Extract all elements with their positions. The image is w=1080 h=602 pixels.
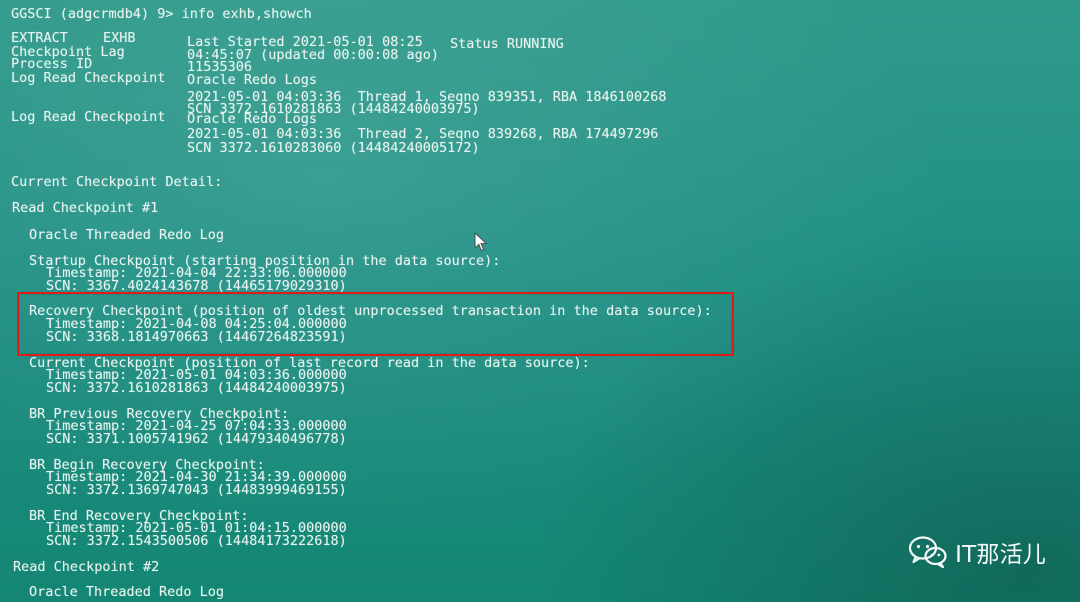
read-checkpoint-1-heading: Read Checkpoint #1 — [12, 200, 159, 216]
log-read-source-2: Oracle Redo Logs — [187, 111, 318, 127]
br-begin-scn: SCN: 3372.1369747043 (14483999469155) — [46, 482, 347, 498]
watermark-text: IT那活儿 — [955, 542, 1046, 568]
log-read-source-1: Oracle Redo Logs — [187, 72, 318, 88]
wechat-watermark: IT那活儿 — [907, 534, 1046, 570]
status-text: Status RUNNING — [450, 36, 564, 52]
current-checkpoint-scn: SCN: 3372.1610281863 (14484240003975) — [46, 380, 347, 396]
terminal-screen[interactable]: GGSCI (adgcrmdb4) 9> info exhb,showch EX… — [0, 0, 1080, 602]
br-end-scn: SCN: 3372.1543500506 (14484173222618) — [46, 533, 347, 549]
br-previous-scn: SCN: 3371.1005741962 (14479340496778) — [46, 431, 347, 447]
log-read-scn-2: SCN 3372.1610283060 (14484240005172) — [187, 140, 480, 156]
recovery-checkpoint-scn: SCN: 3368.1814970663 (14467264823591) — [46, 329, 347, 345]
log-read-checkpoint-label-2: Log Read Checkpoint — [11, 109, 166, 125]
wechat-icon — [909, 536, 947, 569]
log-read-checkpoint-label-1: Log Read Checkpoint — [11, 70, 166, 86]
current-checkpoint-detail-heading: Current Checkpoint Detail: — [11, 174, 223, 190]
mouse-pointer-icon — [474, 232, 488, 252]
oracle-threaded-redo-log-2: Oracle Threaded Redo Log — [29, 584, 225, 600]
read-checkpoint-2-heading: Read Checkpoint #2 — [13, 559, 160, 575]
oracle-threaded-redo-log-1: Oracle Threaded Redo Log — [29, 227, 225, 243]
command-prompt-line: GGSCI (adgcrmdb4) 9> info exhb,showch — [11, 6, 312, 22]
